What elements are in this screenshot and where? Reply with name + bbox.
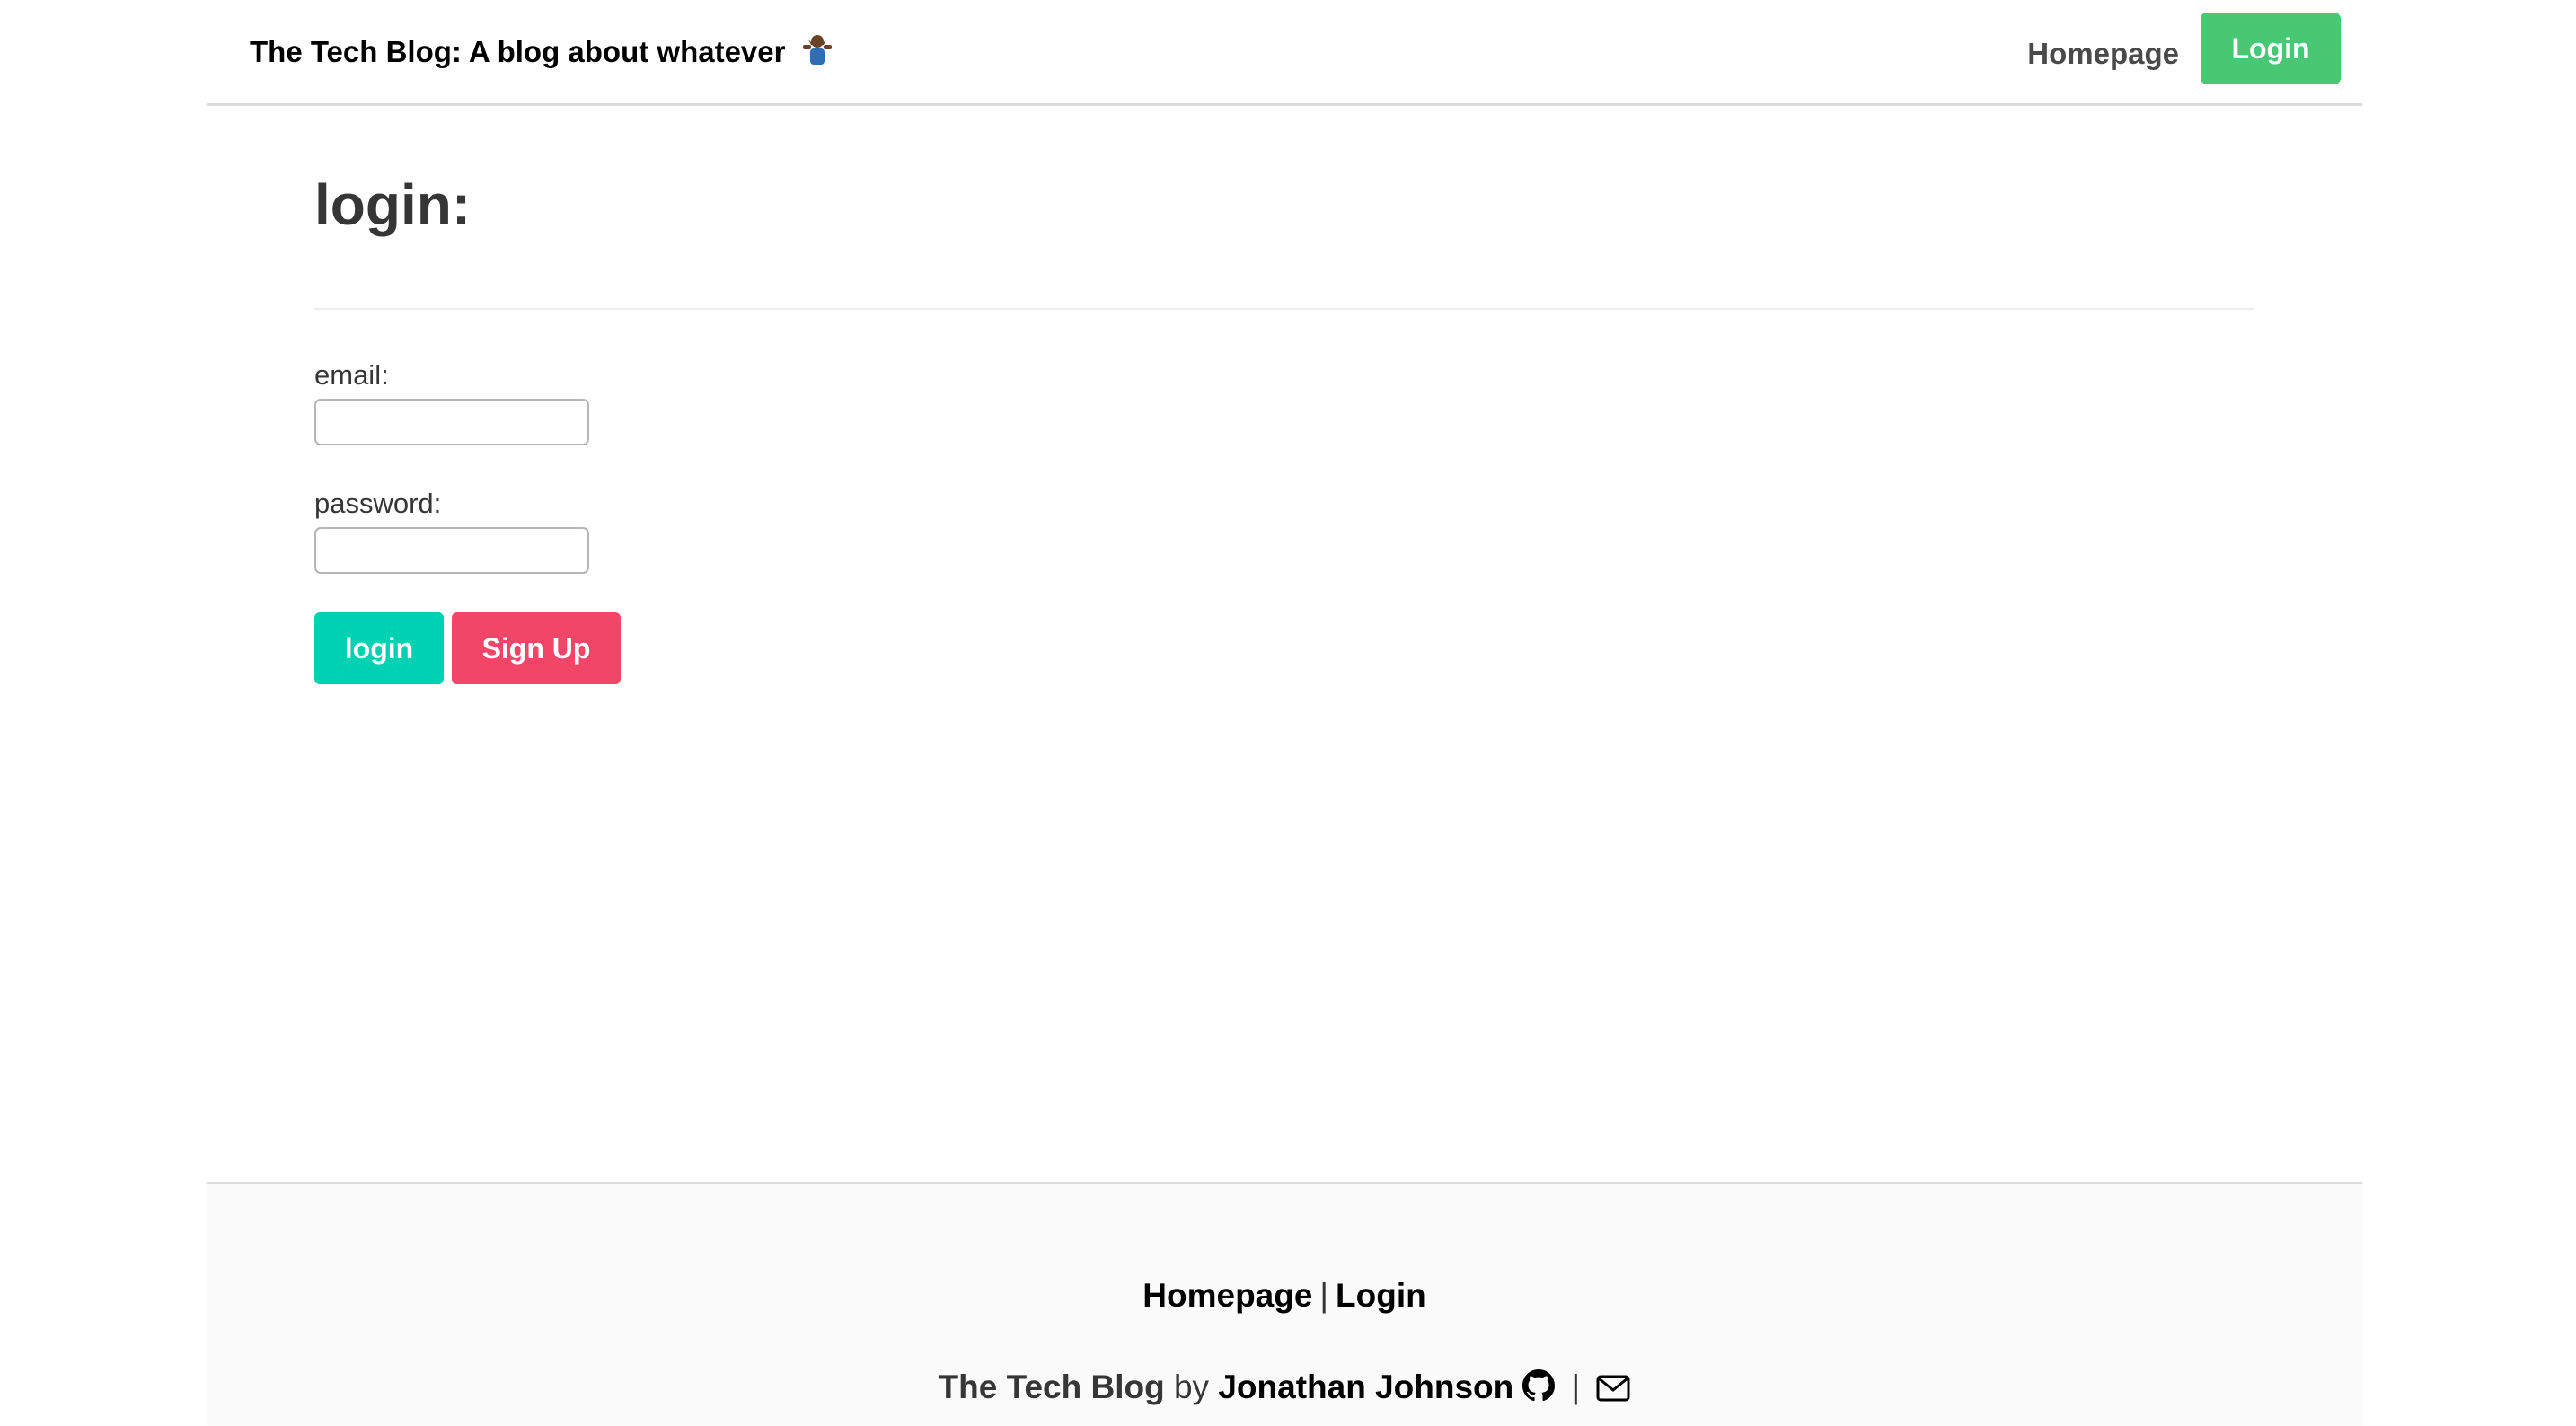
footer-login-link[interactable]: Login xyxy=(1336,1277,1426,1314)
brand-title: The Tech Blog: A blog about whatever xyxy=(250,35,786,69)
page-container: The Tech Blog: A blog about whatever Hom… xyxy=(207,0,2362,1426)
footer-links: Homepage | Login xyxy=(207,1276,2362,1316)
github-icon[interactable] xyxy=(1522,1369,1556,1411)
envelope-icon[interactable] xyxy=(1596,1371,1630,1411)
password-field[interactable] xyxy=(314,527,589,574)
shrug-icon xyxy=(799,32,835,76)
footer-credit: The Tech Blog by Jonathan Johnson | xyxy=(207,1368,2362,1411)
footer-separator: | xyxy=(1319,1277,1329,1314)
footer: Homepage | Login The Tech Blog by Jonathan… xyxy=(207,1182,2362,1426)
login-button[interactable]: login xyxy=(314,612,444,684)
footer-site-name: The Tech Blog xyxy=(938,1369,1165,1405)
footer-credit-separator: | xyxy=(1571,1369,1581,1405)
nav-homepage-link[interactable]: Homepage xyxy=(2027,36,2179,72)
navbar: The Tech Blog: A blog about whatever Hom… xyxy=(207,0,2362,106)
footer-by-text: by xyxy=(1173,1369,1210,1405)
email-label: email: xyxy=(314,359,389,391)
signup-button[interactable]: Sign Up xyxy=(452,612,621,684)
footer-author-link[interactable]: Jonathan Johnson xyxy=(1218,1369,1513,1405)
password-label: password: xyxy=(314,488,442,519)
brand[interactable]: The Tech Blog: A blog about whatever xyxy=(250,32,835,76)
nav-login-button[interactable]: Login xyxy=(2201,13,2341,84)
email-field[interactable] xyxy=(314,399,589,445)
page-title: login: xyxy=(314,172,472,237)
divider xyxy=(314,308,2254,310)
footer-homepage-link[interactable]: Homepage xyxy=(1142,1277,1312,1314)
